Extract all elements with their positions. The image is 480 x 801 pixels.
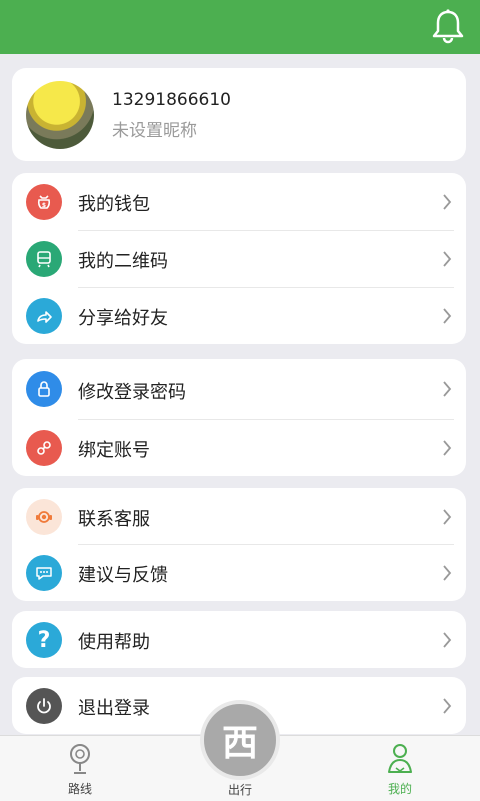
tab-mine[interactable]: 我的 [350,736,450,801]
tab-label-travel: 出行 [227,783,252,797]
menu-group-help: ? 使用帮助 [12,611,466,668]
location-pin-icon [70,744,90,774]
bell-icon[interactable] [428,6,468,46]
menu-item-help[interactable]: ? 使用帮助 [12,611,466,668]
menu-group-account: $ 我的钱包 我的二维码 分享给好友 [12,173,466,344]
menu-label-help: 使用帮助 [78,632,150,653]
menu-item-qrcode[interactable]: 我的二维码 [12,230,466,287]
menu-label-feedback: 建议与反馈 [78,565,168,586]
menu-item-bind-account[interactable]: 绑定账号 [12,419,466,476]
menu-label-logout: 退出登录 [78,698,150,719]
menu-group-support: 联系客服 建议与反馈 [12,488,466,601]
chevron-right-icon [443,381,452,397]
headset-icon [26,499,62,535]
fab-glyph: 西 [221,723,258,764]
menu-label-wallet: 我的钱包 [78,194,150,215]
user-profile-icon [388,744,412,773]
chevron-right-icon [443,308,452,324]
chevron-right-icon [443,509,452,525]
phone-number: 13291866610 [112,90,231,110]
chevron-right-icon [443,565,452,581]
menu-label-service: 联系客服 [78,509,150,530]
avatar[interactable] [26,81,94,149]
menu-item-wallet[interactable]: $ 我的钱包 [12,173,466,230]
tab-routes[interactable]: 路线 [30,736,130,801]
tab-label-routes: 路线 [67,782,92,796]
question-icon: ? [26,622,62,658]
svg-text:$: $ [42,202,46,209]
chevron-right-icon [443,632,452,648]
chevron-right-icon [443,698,452,714]
tab-label-mine: 我的 [387,782,412,796]
chevron-right-icon [443,440,452,456]
wallet-icon: $ [26,184,62,220]
travel-center-button[interactable]: 西 [200,700,280,780]
menu-label-password: 修改登录密码 [78,382,186,403]
menu-item-password[interactable]: 修改登录密码 [12,359,466,419]
profile-card[interactable]: 13291866610 未设置昵称 [12,68,466,161]
lock-icon [26,371,62,407]
qrcode-icon [26,241,62,277]
link-icon [26,430,62,466]
menu-label-share: 分享给好友 [78,308,168,329]
nickname: 未设置昵称 [112,121,197,141]
menu-item-share[interactable]: 分享给好友 [12,287,466,344]
power-icon [26,688,62,724]
chat-bubble-icon [26,555,62,591]
top-bar [0,0,480,54]
menu-item-service[interactable]: 联系客服 [12,488,466,544]
share-icon [26,298,62,334]
menu-group-security: 修改登录密码 绑定账号 [12,359,466,476]
chevron-right-icon [443,251,452,267]
chevron-right-icon [443,194,452,210]
menu-label-qrcode: 我的二维码 [78,251,168,272]
menu-label-bind-account: 绑定账号 [78,440,150,461]
menu-item-feedback[interactable]: 建议与反馈 [12,544,466,601]
